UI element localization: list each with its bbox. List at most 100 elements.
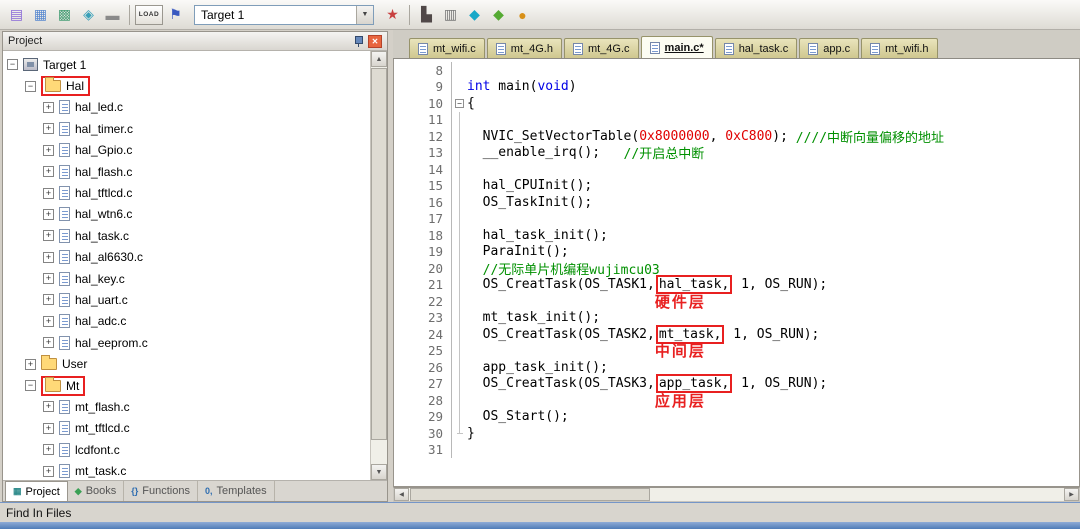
project-panel-tabs: ▦ Project ◆ Books{} Functions 0, Templates [3,480,387,501]
tree-item-target-1[interactable]: − Target 1 [3,54,370,75]
fold-margin [452,62,467,79]
translate-file-icon[interactable]: ▤ [5,3,28,26]
code-token: 1, OS_RUN); [725,326,820,342]
templates-window-icon[interactable]: ● [511,3,534,26]
fold-margin [452,276,467,293]
code-text: OS_Start(); [467,409,569,424]
panel-tab-templates[interactable]: 0, Templates [198,481,275,501]
tree-vertical-scrollbar[interactable]: ▲ ▼ [370,51,387,480]
tree-item-hal-gpio-c[interactable]: + hal_Gpio.c [3,140,370,161]
tree-item-mt-tftlcd-c[interactable]: + mt_tftlcd.c [3,418,370,439]
code-editor[interactable]: 8 9 int main(void) 10−{11 12 NVIC_SetVectorT… [393,59,1080,487]
tree-item-hal-eeprom-c[interactable]: + hal_eeprom.c [3,332,370,353]
expand-icon[interactable]: + [43,444,54,456]
tree-item-label: hal_uart.c [75,292,128,307]
expand-icon[interactable]: + [43,422,54,434]
tree-item-label: mt_flash.c [75,399,130,414]
expand-icon[interactable]: + [43,208,54,220]
editor-tab-mt-wifi-h[interactable]: mt_wifi.h [861,38,938,58]
books-window-icon[interactable]: ◆ [463,3,486,26]
file-icon [59,143,70,158]
functions-window-icon[interactable]: ◆ [487,3,510,26]
scroll-down-icon[interactable]: ▼ [371,464,387,480]
panel-tab-functions[interactable]: {} Functions [124,481,198,501]
tree-item-hal-timer-c[interactable]: + hal_timer.c [3,118,370,139]
fold-margin [452,342,467,359]
line-number: 16 [394,194,452,211]
tree-item-label: hal_key.c [75,271,125,286]
chevron-down-icon[interactable]: ▼ [356,5,373,24]
expand-icon[interactable]: + [43,166,54,178]
fold-collapse-icon[interactable]: − [455,98,464,108]
collapse-icon[interactable]: − [7,59,18,71]
tree-item-hal[interactable]: − Hal [3,75,370,97]
tree-item-hal-uart-c[interactable]: + hal_uart.c [3,289,370,310]
manage-project-items-icon[interactable]: ▙ [415,3,438,26]
expand-icon[interactable]: + [43,294,54,306]
tree-item-hal-flash-c[interactable]: + hal_flash.c [3,161,370,182]
panel-tab-project[interactable]: ▦ Project [5,481,68,501]
red-annotation-text: 应用层 [654,391,706,410]
expand-icon[interactable]: + [43,401,54,413]
collapse-icon[interactable]: − [25,380,36,392]
file-extensions-icon[interactable]: ▥ [439,3,462,26]
expand-icon[interactable]: + [43,315,54,327]
tree-item-hal-wtn6-c[interactable]: + hal_wtn6.c [3,204,370,225]
target-select[interactable]: Target 1 ▼ [194,4,374,25]
expand-icon[interactable]: + [43,101,54,113]
tree-item-hal-al6630-c[interactable]: + hal_al6630.c [3,247,370,268]
tree-item-user[interactable]: + User [3,353,370,374]
code-text: hal_CPUInit(); [467,178,593,193]
tree-item-lcdfont-c[interactable]: + lcdfont.c [3,439,370,460]
expand-icon[interactable]: + [43,187,54,199]
tree-scrollbar-thumb[interactable] [371,68,387,440]
project-tab-icon: ▦ [13,486,22,496]
expand-icon[interactable]: + [43,465,54,477]
line-number: 28 [394,392,452,409]
expand-icon[interactable]: + [25,358,36,370]
expand-icon[interactable]: + [43,251,54,263]
expand-icon[interactable]: + [43,337,54,349]
tree-item-mt-flash-c[interactable]: + mt_flash.c [3,396,370,417]
expand-icon[interactable]: + [43,230,54,242]
expand-icon[interactable]: + [43,123,54,135]
scroll-right-icon[interactable]: ▶ [1064,488,1079,501]
stop-build-icon[interactable]: ▬ [101,3,124,26]
code-line: 10−{ [394,95,1079,112]
editor-scrollbar-thumb[interactable] [410,488,650,501]
code-token: 0x8000000 [639,128,710,144]
editor-horizontal-scrollbar[interactable]: ◀ ▶ [393,487,1080,502]
scroll-up-icon[interactable]: ▲ [371,51,387,67]
editor-tab-mt-4g-c[interactable]: mt_4G.c [563,38,639,58]
editor-tab-app-c[interactable]: app.c [799,38,860,58]
download-to-flash-icon[interactable]: LOAD [135,4,163,25]
tree-item-hal-led-c[interactable]: + hal_led.c [3,97,370,118]
debug-flag-icon[interactable]: ⚑ [164,3,187,26]
tree-item-hal-tftlcd-c[interactable]: + hal_tftlcd.c [3,182,370,203]
expand-icon[interactable]: + [43,273,54,285]
editor-tab-strip: mt_wifi.c mt_4G.h mt_4G.c main.c* hal_task.c… [393,36,1080,59]
scroll-left-icon[interactable]: ◀ [394,488,409,501]
editor-tab-mt-4g-h[interactable]: mt_4G.h [486,38,562,58]
tree-item-hal-adc-c[interactable]: + hal_adc.c [3,311,370,332]
tree-item-hal-key-c[interactable]: + hal_key.c [3,268,370,289]
editor-tab-hal-task-c[interactable]: hal_task.c [714,38,798,58]
panel-tab-books[interactable]: ◆ Books [68,481,125,501]
editor-tab-main-c[interactable]: main.c* [640,36,713,58]
editor-tab-label: mt_4G.c [587,42,630,55]
fold-margin [452,260,467,277]
batch-build-icon[interactable]: ◈ [77,3,100,26]
fold-margin [452,442,467,459]
collapse-icon[interactable]: − [25,80,36,92]
close-panel-button[interactable]: ✕ [368,34,382,48]
pin-icon[interactable] [351,35,365,48]
build-target-icon[interactable]: ▦ [29,3,52,26]
expand-icon[interactable]: + [43,144,54,156]
options-for-target-icon[interactable]: ★ [381,3,404,26]
tree-item-mt-task-c[interactable]: + mt_task.c [3,460,370,480]
tree-item-hal-task-c[interactable]: + hal_task.c [3,225,370,246]
project-panel: Project ✕ − Target 1− Hal + hal_led.c + hal_ti… [2,31,388,502]
rebuild-all-icon[interactable]: ▩ [53,3,76,26]
editor-tab-mt-wifi-c[interactable]: mt_wifi.c [409,38,485,58]
tree-item-mt[interactable]: − Mt [3,375,370,396]
